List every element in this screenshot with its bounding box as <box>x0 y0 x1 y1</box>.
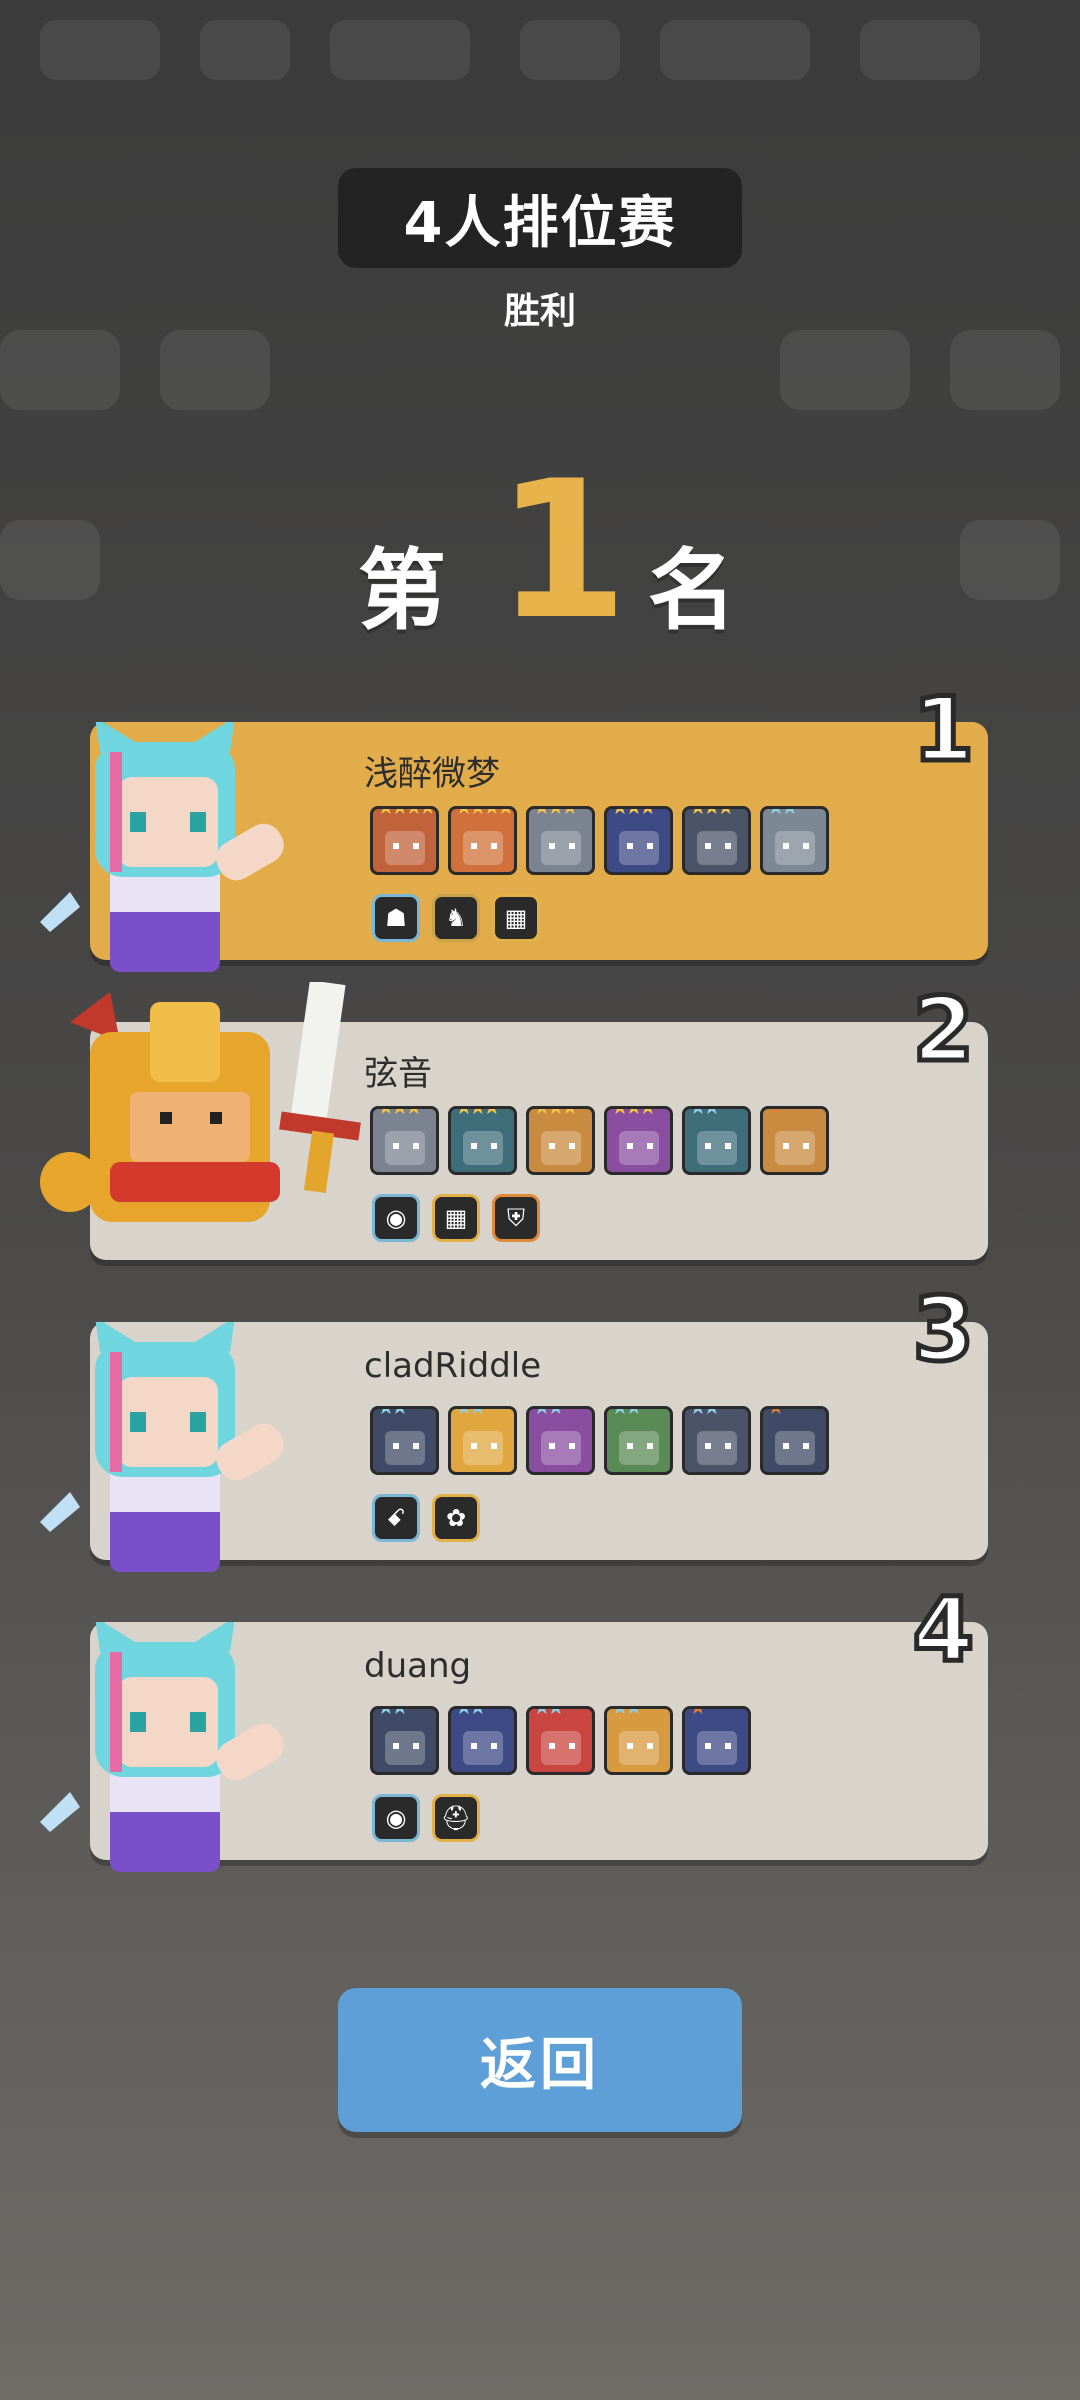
hero-portrait-icon[interactable]: ★ <box>682 1706 751 1775</box>
gold-knight-icon <box>30 980 370 1256</box>
trait-list: ◉ ▦ ⛨ <box>372 1194 540 1242</box>
star-rating: ★★ <box>455 1406 487 1419</box>
player-name: 弦音 <box>364 1054 432 1094</box>
star-rating: ★★★ <box>533 1106 579 1119</box>
star-rating: ★★ <box>377 1706 409 1719</box>
hero-portrait-icon[interactable]: ★★★★ <box>448 806 517 875</box>
blocks-icon[interactable]: ▦ <box>492 894 540 942</box>
hero-portrait-icon[interactable]: ★★ <box>370 1706 439 1775</box>
cat-girl-icon <box>40 1617 290 1886</box>
star-rating: ★★ <box>455 1706 487 1719</box>
star-rating: ★★ <box>611 1406 643 1419</box>
trait-list: ☗ ♞ ▦ <box>372 894 540 942</box>
cat-girl-icon <box>40 717 290 986</box>
hero-portrait-icon[interactable]: ★★★★ <box>370 806 439 875</box>
eye-icon[interactable]: ◉ <box>372 1794 420 1842</box>
player-card[interactable]: 2 弦音 ★★★ ★★★ ★★★ ★★★ ★★ ★ ◉ ▦ ⛨ <box>40 976 988 1260</box>
hero-portrait-icon[interactable]: ★★★ <box>682 806 751 875</box>
hero-portrait-icon[interactable]: ★★ <box>604 1706 673 1775</box>
star-rating: ★ <box>767 1106 785 1119</box>
hero-portrait-icon[interactable]: ★★★ <box>370 1106 439 1175</box>
placement-number: 3 <box>910 1276 976 1384</box>
hero-lineup: ★★★★ ★★★★ ★★★ ★★★ ★★★ ★★ <box>370 806 829 875</box>
star-rating: ★★★ <box>689 806 735 819</box>
rank-prefix: 第 <box>358 539 447 642</box>
star-rating: ★★★★ <box>377 806 436 819</box>
star-rating: ★★ <box>533 1706 565 1719</box>
star-rating: ★★★ <box>377 1106 423 1119</box>
frog-icon[interactable]: ✿ <box>432 1494 480 1542</box>
player-name: cladRiddle <box>364 1346 542 1386</box>
hero-portrait-icon[interactable]: ★★ <box>448 1406 517 1475</box>
hero-portrait-icon[interactable]: ★ <box>760 1106 829 1175</box>
player-name: duang <box>364 1646 472 1686</box>
hero-portrait-icon[interactable]: ★★★ <box>526 1106 595 1175</box>
hero-portrait-icon[interactable]: ★★★ <box>604 1106 673 1175</box>
star-rating: ★★★★ <box>455 806 514 819</box>
placement-number: 2 <box>910 976 976 1084</box>
game-mode-title: 4人排位赛 <box>338 168 742 268</box>
star-rating: ★★ <box>689 1406 721 1419</box>
knight-icon[interactable]: ♞ <box>432 894 480 942</box>
star-rating: ★★ <box>767 806 799 819</box>
placement-number: 1 <box>910 676 976 784</box>
hero-portrait-icon[interactable]: ★★ <box>370 1406 439 1475</box>
star-rating: ★★★ <box>455 1106 501 1119</box>
star-rating: ★★ <box>689 1106 721 1119</box>
helmet-icon[interactable]: ⛑ <box>432 1794 480 1842</box>
hero-portrait-icon[interactable]: ★★ <box>760 806 829 875</box>
star-rating: ★★ <box>533 1406 565 1419</box>
star-rating: ★★★ <box>533 806 579 819</box>
blocks-icon[interactable]: ▦ <box>432 1194 480 1242</box>
hero-portrait-icon[interactable]: ★★★ <box>526 806 595 875</box>
star-rating: ★ <box>689 1706 707 1719</box>
star-rating: ★ <box>767 1406 785 1419</box>
star-rating: ★★ <box>611 1706 643 1719</box>
final-rank: 第 1 名 <box>0 430 1080 661</box>
hero-portrait-icon[interactable]: ★★★ <box>448 1106 517 1175</box>
serpent-icon[interactable]: ꗃ <box>372 1494 420 1542</box>
hero-portrait-icon[interactable]: ★★ <box>682 1106 751 1175</box>
hero-portrait-icon[interactable]: ★★★ <box>604 806 673 875</box>
star-rating: ★★ <box>377 1406 409 1419</box>
robot-icon[interactable]: ☗ <box>372 894 420 942</box>
hero-portrait-icon[interactable]: ★ <box>760 1406 829 1475</box>
rank-number: 1 <box>496 440 629 661</box>
rank-suffix: 名 <box>648 539 737 642</box>
shield-icon[interactable]: ⛨ <box>492 1194 540 1242</box>
hero-lineup: ★★★ ★★★ ★★★ ★★★ ★★ ★ <box>370 1106 829 1175</box>
star-rating: ★★★ <box>611 1106 657 1119</box>
hero-lineup: ★★ ★★ ★★ ★★ ★★ ★ <box>370 1406 829 1475</box>
hero-portrait-icon[interactable]: ★★ <box>526 1706 595 1775</box>
placement-number: 4 <box>910 1576 976 1684</box>
hero-portrait-icon[interactable]: ★★ <box>682 1406 751 1475</box>
hero-portrait-icon[interactable]: ★★ <box>448 1706 517 1775</box>
result-label: 胜利 <box>503 291 576 332</box>
cat-girl-icon <box>40 1317 290 1586</box>
trait-list: ◉ ⛑ <box>372 1794 480 1842</box>
trait-list: ꗃ ✿ <box>372 1494 480 1542</box>
player-card[interactable]: 4 duang ★★ ★★ ★★ ★★ ★ ◉ ⛑ <box>40 1576 988 1872</box>
hero-portrait-icon[interactable]: ★★ <box>604 1406 673 1475</box>
hero-lineup: ★★ ★★ ★★ ★★ ★ <box>370 1706 751 1775</box>
player-card[interactable]: 1 浅醉微梦 ★★★★ ★★★★ ★★★ ★★★ ★★★ ★★ ☗ ♞ ▦ <box>40 676 988 972</box>
player-card[interactable]: 3 cladRiddle ★★ ★★ ★★ ★★ ★★ ★ ꗃ ✿ <box>40 1276 988 1572</box>
player-name: 浅醉微梦 <box>364 754 500 794</box>
hero-portrait-icon[interactable]: ★★ <box>526 1406 595 1475</box>
eye-icon[interactable]: ◉ <box>372 1194 420 1242</box>
star-rating: ★★★ <box>611 806 657 819</box>
back-button[interactable]: 返回 <box>338 1988 742 2132</box>
